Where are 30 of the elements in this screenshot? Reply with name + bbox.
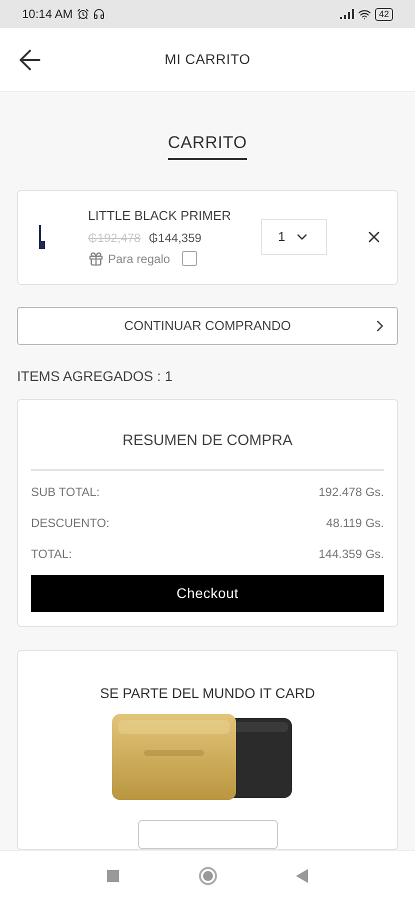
- items-count: ITEMS AGREGADOS : 1: [17, 366, 174, 386]
- summary-label: DESCUENTO:: [31, 515, 110, 532]
- summary-value: 192.478 Gs.: [318, 484, 384, 501]
- quantity-dropdown[interactable]: 1: [261, 219, 327, 256]
- summary-title: RESUMEN DE COMPRA: [121, 430, 294, 450]
- summary-value: 48.119 Gs.: [326, 515, 384, 532]
- checkout-button[interactable]: Checkout: [31, 575, 384, 612]
- promo-button[interactable]: [138, 820, 278, 849]
- battery-indicator: 42: [374, 8, 393, 20]
- signal-icon: [340, 9, 354, 19]
- wifi-icon: [358, 8, 371, 20]
- continue-shopping-button[interactable]: CONTINUAR COMPRANDO: [17, 306, 398, 344]
- recents-button[interactable]: [107, 870, 119, 882]
- gift-icon: [88, 250, 104, 267]
- home-button[interactable]: [198, 866, 216, 884]
- page-title: MI CARRITO: [164, 50, 250, 69]
- product-thumbnail: [38, 225, 46, 250]
- summary-label: SUB TOTAL:: [31, 484, 100, 501]
- status-time: 10:14 AM: [22, 6, 73, 23]
- summary-value: 144.359 Gs.: [318, 546, 384, 563]
- gift-label: Para regalo: [108, 250, 170, 268]
- back-nav-icon[interactable]: [296, 868, 308, 882]
- promo-title: SE PARTE DEL MUNDO IT CARD: [100, 684, 315, 703]
- gift-checkbox[interactable]: [182, 251, 198, 266]
- product-name: LITTLE BLACK PRIMER: [88, 207, 232, 226]
- headphones-icon: [92, 8, 105, 20]
- product-price: ₲144,359: [148, 230, 202, 247]
- alarm-icon: [76, 8, 89, 20]
- section-title: CARRITO: [168, 130, 248, 160]
- summary-label: TOTAL:: [31, 546, 72, 563]
